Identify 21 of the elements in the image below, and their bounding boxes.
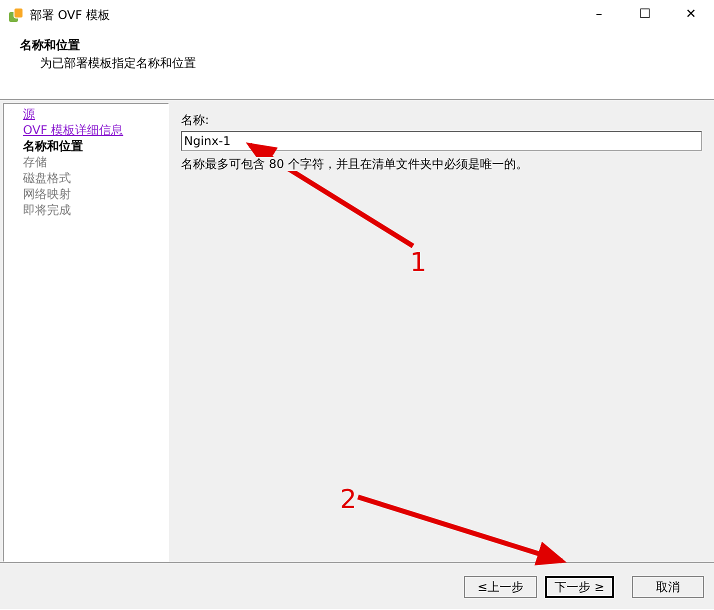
step-item: 磁盘格式 bbox=[23, 171, 71, 185]
page-subtitle: 为已部署模板指定名称和位置 bbox=[39, 55, 197, 72]
field-label: 名称: bbox=[181, 112, 210, 129]
cancel-button[interactable]: 取消 bbox=[632, 576, 704, 598]
name-field[interactable]: Nginx-1 bbox=[181, 131, 702, 151]
back-button[interactable]: ≤上一步 bbox=[464, 576, 537, 598]
minimize-button[interactable]: – bbox=[576, 0, 622, 30]
step-item: 名称和位置 bbox=[23, 139, 83, 153]
page-heading: 名称和位置 bbox=[20, 37, 81, 54]
app-icon bbox=[8, 7, 24, 23]
step-item: 即将完成 bbox=[23, 203, 71, 217]
window-title: 部署 OVF 模板 bbox=[30, 7, 110, 24]
step-link[interactable]: OVF 模板详细信息 bbox=[23, 123, 124, 137]
step-item: 存储 bbox=[23, 155, 47, 169]
step-item: 网络映射 bbox=[23, 187, 71, 201]
maximize-button[interactable]: ☐ bbox=[622, 0, 668, 30]
next-button[interactable]: 下一步 ≥ bbox=[545, 576, 614, 598]
step-link[interactable]: 源 bbox=[23, 107, 35, 121]
annotation-number: 1 bbox=[410, 250, 427, 276]
close-button[interactable]: ✕ bbox=[668, 0, 714, 30]
annotation-number: 2 bbox=[340, 487, 357, 513]
